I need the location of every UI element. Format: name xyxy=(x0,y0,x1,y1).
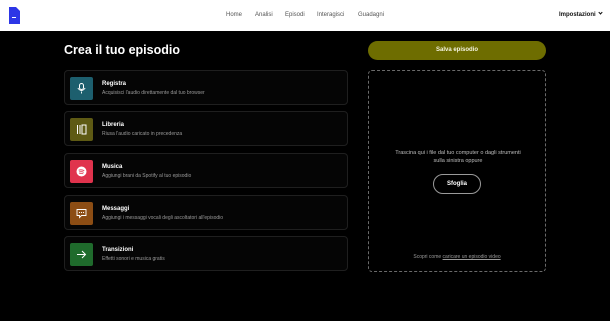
main-nav: Home Analisi Episodi Interagisci Guadagn… xyxy=(0,12,610,22)
dropzone-footer: Scopri come caricare un episodio video xyxy=(369,254,545,260)
microphone-icon xyxy=(70,77,93,100)
option-messages[interactable]: Messaggi Aggiungi i messaggi vocali degl… xyxy=(64,195,348,230)
option-title: Musica xyxy=(102,164,123,170)
option-desc: Effetti sonori e musica gratis xyxy=(102,256,165,262)
option-library[interactable]: Libreria Riusa l'audio caricato in prece… xyxy=(64,111,348,146)
nav-item-home[interactable]: Home xyxy=(226,12,242,18)
page-title: Crea il tuo episodio xyxy=(64,43,180,57)
nav-item-episodi[interactable]: Episodi xyxy=(285,12,305,18)
settings-menu[interactable]: Impostazioni xyxy=(559,10,603,18)
option-desc: Riusa l'audio caricato in precedenza xyxy=(102,131,183,137)
browse-button[interactable]: Sfoglia xyxy=(433,174,481,194)
save-episode-button[interactable]: Salva episodio xyxy=(368,41,546,60)
file-dropzone[interactable]: Trascina qui i file dal tuo computer o d… xyxy=(368,70,546,272)
option-desc: Acquisisci l'audio direttamente dal tuo … xyxy=(102,90,205,96)
option-title: Libreria xyxy=(102,122,125,128)
option-desc: Aggiungi i messaggi vocali degli ascolta… xyxy=(102,215,224,221)
chevron-down-icon xyxy=(598,10,603,15)
nav-item-interagisci[interactable]: Interagisci xyxy=(317,12,344,18)
message-icon xyxy=(70,202,93,225)
dropzone-text: Trascina qui i file dal tuo computer o d… xyxy=(395,150,521,164)
arrow-right-icon xyxy=(70,243,93,266)
option-title: Messaggi xyxy=(102,206,130,212)
option-title: Registra xyxy=(102,81,127,87)
library-icon xyxy=(70,118,93,141)
nav-item-analisi[interactable]: Analisi xyxy=(255,12,273,18)
settings-label: Impostazioni xyxy=(559,12,596,18)
footer-prefix: Scopri come xyxy=(413,254,443,260)
nav-item-guadagni[interactable]: Guadagni xyxy=(358,12,384,18)
option-desc: Aggiungi brani da Spotify al tuo episodi… xyxy=(102,173,192,179)
option-record[interactable]: Registra Acquisisci l'audio direttamente… xyxy=(64,70,348,105)
top-bar: Home Analisi Episodi Interagisci Guadagn… xyxy=(0,0,610,31)
option-title: Transizioni xyxy=(102,247,134,253)
upload-video-link[interactable]: caricare un episodio video xyxy=(443,254,501,260)
spotify-icon xyxy=(70,160,93,183)
option-music[interactable]: Musica Aggiungi brani da Spotify al tuo … xyxy=(64,153,348,188)
option-transitions[interactable]: Transizioni Effetti sonori e musica grat… xyxy=(64,236,348,271)
